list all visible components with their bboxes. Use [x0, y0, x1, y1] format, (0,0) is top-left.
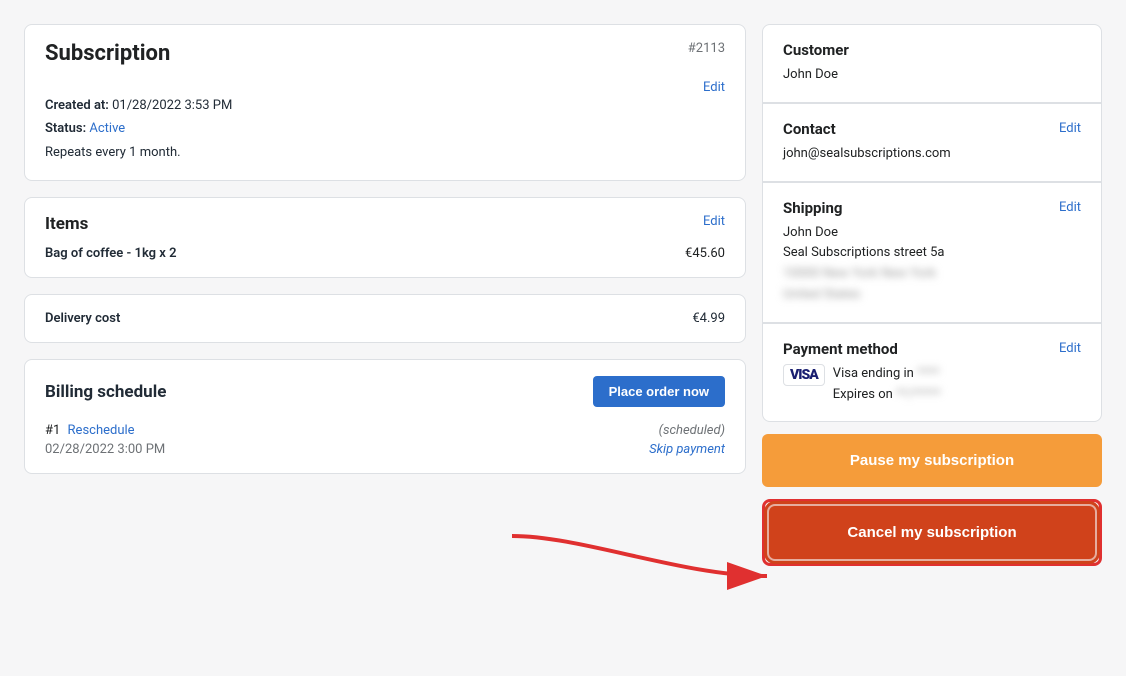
customer-name: John Doe: [783, 65, 1081, 86]
visa-logo: VISA: [783, 364, 825, 386]
contact-title: Contact: [783, 120, 836, 138]
delivery-price: €4.99: [692, 311, 725, 326]
billing-date: 02/28/2022 3:00 PM: [45, 442, 165, 457]
place-order-button[interactable]: Place order now: [593, 376, 725, 407]
items-edit-link[interactable]: Edit: [703, 214, 725, 229]
subscription-edit-link[interactable]: Edit: [703, 80, 725, 95]
customer-card: Customer John Doe: [762, 24, 1102, 103]
delivery-card: Delivery cost €4.99: [24, 294, 746, 343]
shipping-title: Shipping: [783, 199, 842, 217]
customer-title: Customer: [783, 41, 849, 59]
cancel-subscription-button[interactable]: Cancel my subscription: [769, 506, 1095, 559]
subscription-id: #2113: [688, 41, 725, 56]
shipping-card: Shipping Edit John Doe Seal Subscription…: [762, 182, 1102, 323]
contact-email: john@sealsubscriptions.com: [783, 144, 1081, 165]
item-price: €45.60: [685, 246, 725, 261]
reschedule-link[interactable]: Reschedule: [68, 423, 135, 438]
created-value: 01/28/2022 3:53 PM: [112, 98, 232, 113]
cancel-section-highlight: Cancel my subscription: [762, 499, 1102, 566]
shipping-edit-link[interactable]: Edit: [1059, 200, 1081, 215]
payment-edit-link[interactable]: Edit: [1059, 341, 1081, 356]
right-column: Customer John Doe Contact Edit john@seal…: [762, 24, 1102, 566]
order-number: #1: [45, 423, 60, 438]
item-row: Bag of coffee - 1kg x 2 €45.60: [45, 246, 725, 261]
shipping-street: Seal Subscriptions street 5a: [783, 243, 1081, 264]
delivery-label: Delivery cost: [45, 311, 120, 326]
skip-payment-link[interactable]: Skip payment: [649, 442, 725, 457]
status-value: Active: [89, 121, 125, 136]
contact-edit-link[interactable]: Edit: [1059, 121, 1081, 136]
items-card: Items Edit Bag of coffee - 1kg x 2 €45.6…: [24, 197, 746, 278]
created-label: Created at:: [45, 98, 109, 113]
action-buttons: Pause my subscription Cancel my subscrip…: [762, 434, 1102, 566]
payment-card: Payment method Edit VISA Visa ending in …: [762, 323, 1102, 423]
payment-title: Payment method: [783, 340, 898, 358]
payment-info: VISA Visa ending in **** Expires on **/*…: [783, 364, 1081, 406]
left-column: Subscription #2113 Created at: 01/28/202…: [24, 24, 746, 566]
billing-schedule-item: #1 Reschedule (scheduled) 02/28/2022 3:0…: [45, 423, 725, 457]
ending-label: Visa ending in: [833, 366, 914, 381]
expires-label: Expires on: [833, 387, 893, 402]
shipping-city: 10000 New York New York: [783, 264, 1081, 285]
item-name: Bag of coffee - 1kg x 2: [45, 246, 177, 261]
items-title: Items: [45, 214, 88, 234]
contact-card: Contact Edit john@sealsubscriptions.com: [762, 103, 1102, 182]
status-label: Status:: [45, 121, 86, 136]
pause-subscription-button[interactable]: Pause my subscription: [762, 434, 1102, 487]
billing-title: Billing schedule: [45, 382, 166, 402]
payment-details: Visa ending in **** Expires on **/*****: [833, 364, 941, 406]
scheduled-tag: (scheduled): [659, 423, 725, 438]
card-ending: ****: [917, 366, 939, 381]
shipping-name: John Doe: [783, 223, 1081, 244]
subscription-meta: Created at: 01/28/2022 3:53 PM Status: A…: [45, 94, 232, 164]
repeats-text: Repeats every 1 month.: [45, 141, 232, 164]
action-section: Pause my subscription Cancel my subscrip…: [762, 422, 1102, 566]
billing-card: Billing schedule Place order now #1 Resc…: [24, 359, 746, 474]
card-expires: **/*****: [896, 387, 941, 402]
subscription-title: Subscription: [45, 41, 170, 66]
subscription-card: Subscription #2113 Created at: 01/28/202…: [24, 24, 746, 181]
shipping-country: United States: [783, 285, 1081, 306]
